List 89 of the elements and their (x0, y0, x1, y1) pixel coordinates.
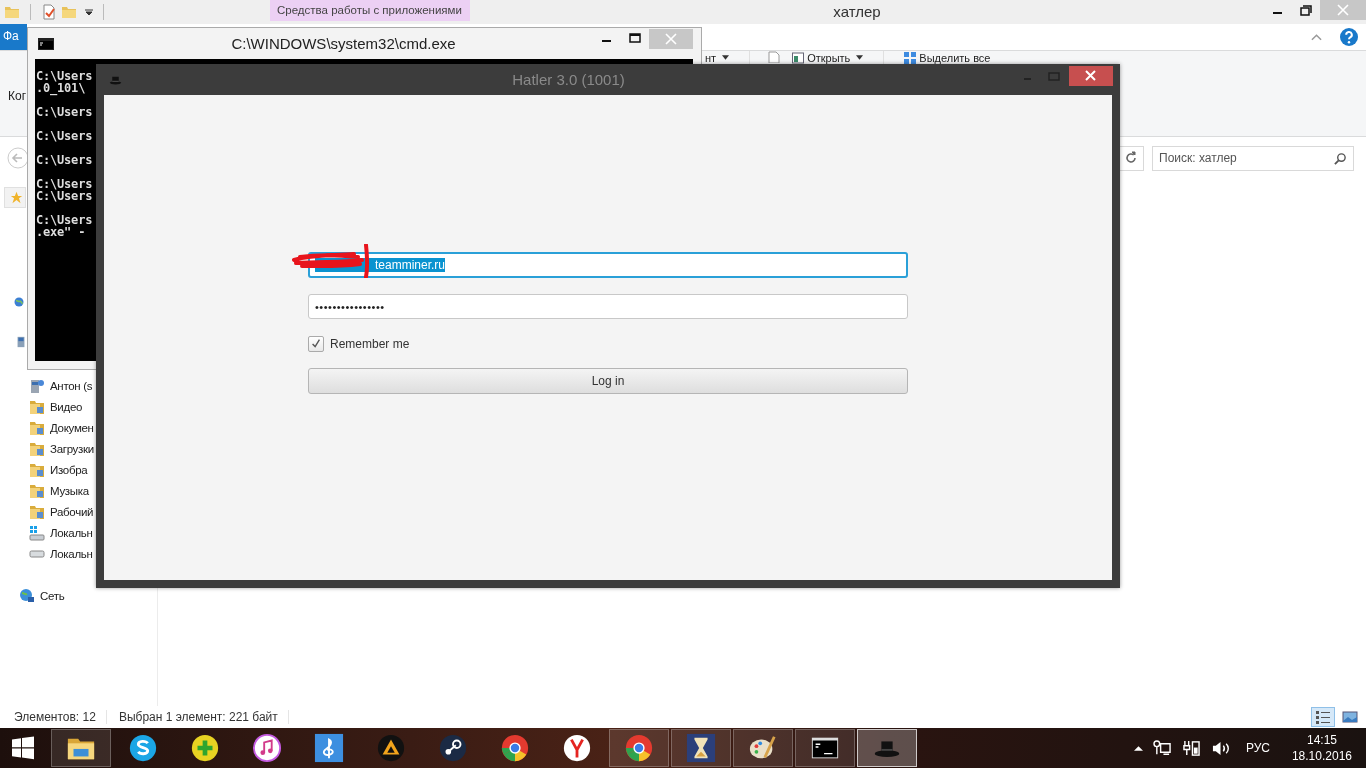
globe-icon[interactable] (13, 296, 25, 308)
folder-icon (29, 440, 45, 457)
folder-icon (29, 503, 45, 520)
collapse-ribbon-icon[interactable] (1311, 33, 1322, 41)
volume-icon[interactable] (1210, 739, 1230, 757)
search-field[interactable]: Поиск: хатлер (1152, 145, 1354, 171)
clock-time[interactable]: 14:15 (1306, 732, 1337, 748)
ribbon-button[interactable]: Открыть (790, 51, 866, 64)
folder-icon (29, 419, 45, 436)
network-globe-icon (19, 587, 35, 604)
console-line: C:\Users (36, 214, 93, 226)
details-list-icon (1315, 709, 1331, 725)
remember-label: Remember me (330, 337, 410, 351)
tricolor-circle-icon (624, 733, 654, 763)
caret-icon (722, 55, 730, 60)
selection-info: Выбран 1 элемент: 221 байт (118, 710, 278, 724)
tricolor-circle-icon (500, 733, 530, 763)
network-icon[interactable] (1152, 739, 1172, 757)
ribbon-button[interactable]: Выделить все (902, 51, 993, 64)
password-field[interactable]: •••••••••••••••• (308, 294, 908, 319)
image-icon (1342, 709, 1358, 725)
nav-item[interactable]: Рабочий (29, 501, 94, 522)
piston-circle-icon (438, 733, 468, 763)
taskbar-button[interactable] (671, 729, 731, 767)
language-indicator[interactable]: РУС (1245, 741, 1270, 755)
battery-icon[interactable] (1181, 739, 1201, 757)
refresh-button[interactable] (1118, 145, 1144, 171)
console-line: C:\Users (36, 154, 93, 166)
system-drive-icon (29, 524, 45, 541)
show-hidden-icons-icon[interactable] (1133, 745, 1143, 751)
item-count: Элементов: 12 (14, 710, 96, 724)
nav-item[interactable]: Видео (29, 396, 94, 417)
contextual-tab-header: Средства работы с приложениями (270, 0, 470, 21)
window-title: C:\WINDOWS\system32\cmd.exe (230, 34, 457, 52)
y-mark-icon (562, 733, 592, 763)
ribbon-button[interactable]: нт (703, 51, 732, 64)
dropdown-caret-icon[interactable] (85, 8, 93, 16)
details-view-button[interactable] (1311, 707, 1335, 727)
music-note-icon (252, 733, 282, 763)
nav-item[interactable]: Антон (s (29, 375, 94, 396)
login-button[interactable]: Log in (308, 368, 908, 394)
window-title: Hatler 3.0 (1001) (512, 70, 625, 88)
nav-item[interactable]: Сеть (19, 585, 65, 606)
console-icon (38, 38, 54, 50)
drive-icon (29, 549, 45, 558)
file-tab[interactable]: Фа (0, 24, 27, 50)
start-button[interactable] (11, 736, 35, 760)
hat-icon (109, 75, 122, 85)
help-icon[interactable] (1340, 28, 1358, 46)
triangle-circle-icon (376, 733, 406, 763)
taskbar-button[interactable] (51, 729, 111, 767)
close-icon[interactable] (1069, 66, 1113, 86)
taskbar-button[interactable] (609, 729, 669, 767)
console-line: .exe" - (36, 226, 86, 238)
nav-item[interactable]: Локальн (29, 522, 94, 543)
taskbar-button[interactable] (795, 729, 855, 767)
clock-date[interactable]: 18.10.2016 (1291, 748, 1352, 764)
search-icon[interactable] (1334, 151, 1347, 165)
console-line: .0_101\ (36, 82, 86, 94)
console-line: C:\Users (36, 70, 93, 82)
console-line: C:\Users (36, 106, 93, 118)
computer-icon[interactable] (15, 336, 27, 348)
folder-icon (29, 398, 45, 415)
caret-icon (856, 55, 864, 60)
console-line: C:\Users (36, 130, 93, 142)
plus-circle-icon (190, 733, 220, 763)
computer-user-icon (29, 377, 45, 394)
folder-icon (29, 482, 45, 499)
nav-item[interactable]: Докумен (29, 417, 94, 438)
star-icon (10, 191, 23, 204)
remember-checkbox[interactable] (308, 336, 324, 352)
nav-item[interactable]: Локальн (29, 543, 94, 564)
hourglass-icon (686, 733, 716, 763)
refresh-icon (1124, 151, 1138, 165)
window-title: хатлер (832, 2, 882, 20)
folder-icon (29, 461, 45, 478)
swirl-circle-icon (128, 733, 158, 763)
treble-clef-icon (314, 733, 344, 763)
nav-item[interactable]: Изобра (29, 459, 94, 480)
console-line: C:\Users (36, 178, 93, 190)
taskbar-button[interactable] (733, 729, 793, 767)
grid-icon (904, 51, 917, 64)
ribbon-label: Ког (8, 89, 27, 103)
document-check-icon[interactable] (41, 4, 57, 20)
checkmark-icon (310, 338, 322, 350)
nav-item[interactable]: Музыка (29, 480, 94, 501)
taskbar-button[interactable] (857, 729, 917, 767)
console-line: C:\Users (36, 190, 93, 202)
nav-item[interactable]: Загрузки (29, 438, 94, 459)
